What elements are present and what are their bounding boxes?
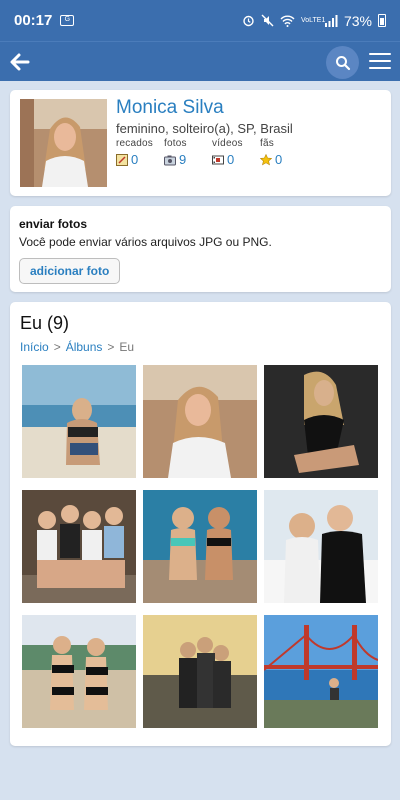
stat-value: 0 — [275, 152, 283, 167]
add-photo-button[interactable]: adicionar foto — [19, 258, 121, 284]
menu-icon[interactable] — [369, 53, 391, 71]
profile-stats: recados 0 fotos 9 vídeos 0 fãs 0 — [116, 138, 308, 167]
stat-value: 9 — [179, 152, 187, 167]
profile-card: Monica Silva feminino, solteiro(a), SP, … — [10, 90, 391, 196]
app-bar — [0, 41, 400, 81]
stat-label: fotos — [164, 138, 187, 149]
status-icons: VoLTE1 73% — [242, 13, 386, 29]
stat-label: fãs — [260, 138, 274, 149]
stat-fotos[interactable]: fotos 9 — [164, 138, 212, 167]
photo-thumbnail[interactable] — [143, 365, 257, 478]
back-arrow-icon[interactable] — [8, 51, 30, 73]
status-time: 00:17 — [14, 12, 53, 29]
photo-thumbnail[interactable] — [264, 490, 378, 603]
album-title: Eu (9) — [20, 313, 70, 333]
breadcrumb-current: Eu — [119, 340, 135, 354]
battery-icon — [378, 14, 386, 27]
profile-info: feminino, solteiro(a), SP, Brasil — [116, 121, 293, 136]
stat-value: 0 — [227, 152, 235, 167]
breadcrumb: Início > Álbuns > Eu — [20, 340, 134, 354]
stat-value: 0 — [131, 152, 139, 167]
stat-label: vídeos — [212, 138, 243, 149]
alarm-icon — [243, 15, 254, 27]
search-button[interactable] — [326, 46, 359, 79]
star-icon — [260, 153, 272, 165]
photo-thumbnail[interactable] — [264, 615, 378, 728]
photo-thumbnail[interactable] — [264, 365, 378, 478]
notification-icon: G — [60, 15, 75, 26]
note-icon — [116, 153, 128, 166]
avatar[interactable] — [20, 99, 107, 187]
photo-thumbnail[interactable] — [143, 615, 257, 728]
stat-recados[interactable]: recados 0 — [116, 138, 164, 167]
photo-thumbnail[interactable] — [22, 615, 136, 728]
upload-description: Você pode enviar vários arquivos JPG ou … — [19, 235, 272, 249]
status-bar: 00:17 G VoLTE1 73% — [0, 0, 400, 41]
stat-videos[interactable]: vídeos 0 — [212, 138, 260, 167]
wifi-icon — [280, 15, 295, 27]
breadcrumb-separator: > — [107, 340, 115, 354]
mute-icon — [261, 14, 274, 27]
breadcrumb-separator: > — [53, 340, 61, 354]
photo-thumbnail[interactable] — [22, 365, 136, 478]
profile-name[interactable]: Monica Silva — [116, 97, 224, 119]
photo-thumbnail[interactable] — [22, 490, 136, 603]
network-label: VoLTE1 — [300, 17, 326, 24]
album-card: Eu (9) Início > Álbuns > Eu — [10, 302, 391, 746]
breadcrumb-home[interactable]: Início — [20, 340, 49, 354]
breadcrumb-albums[interactable]: Álbuns — [66, 340, 103, 354]
photo-thumbnail[interactable] — [143, 490, 257, 603]
film-icon — [212, 155, 224, 164]
signal-icon — [324, 14, 338, 27]
stat-label: recados — [116, 138, 153, 149]
upload-card: enviar fotos Você pode enviar vários arq… — [10, 206, 391, 292]
camera-icon — [164, 155, 176, 165]
upload-title: enviar fotos — [19, 217, 88, 231]
battery-percent: 73% — [343, 12, 372, 29]
stat-fas[interactable]: fãs 0 — [260, 138, 308, 167]
search-icon — [335, 55, 350, 70]
